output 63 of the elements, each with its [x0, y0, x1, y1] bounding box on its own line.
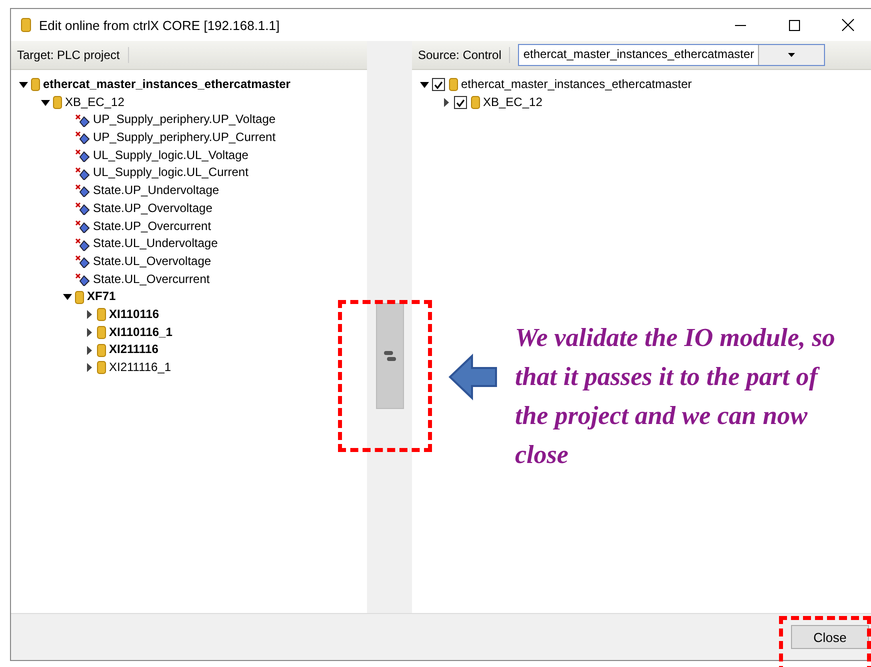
variable-icon — [75, 255, 90, 268]
expand-icon[interactable] — [86, 346, 92, 355]
app-icon — [21, 18, 31, 32]
tree-item[interactable]: UL_Supply_logic.UL_Voltage — [93, 146, 248, 164]
minimize-icon[interactable] — [734, 24, 746, 26]
tree-item[interactable]: State.UL_Undervoltage — [93, 235, 218, 253]
tree-item[interactable]: XI110116_1 — [109, 324, 172, 342]
tree-item[interactable]: XI211116_1 — [109, 359, 172, 377]
tree-item[interactable]: XI110116 — [109, 306, 160, 324]
arrow-icon — [448, 353, 498, 401]
variable-icon — [75, 272, 90, 286]
expand-icon[interactable] — [86, 328, 92, 337]
cylinder-icon — [97, 344, 106, 357]
variable-icon — [75, 114, 90, 127]
cylinder-icon — [471, 96, 480, 110]
close-button[interactable]: Close — [791, 625, 869, 649]
cylinder-icon — [449, 78, 458, 92]
tree-item[interactable]: State.UL_Overvoltage — [93, 252, 212, 271]
tree-item[interactable]: UL_Supply_logic.UL_Current — [93, 164, 248, 182]
tree-item[interactable]: UP_Supply_periphery.UP_Voltage — [93, 111, 276, 130]
tree-item[interactable]: XB_EC_12 — [483, 94, 542, 112]
expand-icon[interactable] — [86, 310, 92, 320]
pane-label: Source: Control — [418, 48, 502, 62]
caret-icon — [788, 53, 796, 57]
cylinder-icon — [31, 78, 40, 92]
expand-icon[interactable] — [444, 98, 448, 108]
maximize-icon[interactable] — [788, 20, 800, 30]
close-icon[interactable] — [842, 19, 854, 31]
tree-item[interactable]: State.UL_Overcurrent — [93, 270, 210, 288]
variable-icon — [75, 202, 90, 216]
collapse-icon[interactable] — [40, 100, 50, 106]
callout-text: We validate the IO module, so that it passes it to the part of the project and we can now close — [515, 322, 836, 471]
tree-item[interactable]: ethercat_master_instances_ethercatmaster — [43, 76, 290, 94]
expand-icon[interactable] — [86, 363, 92, 372]
variable-icon — [75, 220, 90, 233]
cylinder-icon — [97, 326, 106, 339]
cylinder-icon — [75, 290, 84, 304]
variable-icon — [75, 149, 90, 162]
tree-item[interactable]: State.UP_Overvoltage — [93, 200, 212, 218]
tree-item[interactable]: State.UP_Overcurrent — [93, 218, 212, 236]
tree-item[interactable]: XB_EC_12 — [65, 94, 124, 112]
cylinder-icon — [97, 308, 106, 322]
checkbox[interactable] — [454, 96, 467, 110]
transfer-icon — [384, 350, 396, 362]
tree-item[interactable]: XF71 — [87, 288, 116, 306]
collapse-icon[interactable] — [18, 82, 28, 88]
tree-item[interactable]: ethercat_master_instances_ethercatmaster — [461, 76, 692, 94]
variable-icon — [75, 166, 90, 180]
cylinder-icon — [53, 96, 62, 110]
tree-item[interactable]: XI211116 — [109, 341, 158, 360]
tree-item[interactable]: UP_Supply_periphery.UP_Current — [93, 129, 276, 147]
pane-label: Target: PLC project — [17, 48, 120, 62]
source-dropdown[interactable]: ethercat_master_instances_ethercatmaster — [518, 44, 825, 66]
collapse-icon[interactable] — [62, 294, 72, 300]
variable-icon — [75, 184, 90, 198]
collapse-icon[interactable] — [420, 82, 428, 88]
transfer-button[interactable] — [376, 303, 404, 409]
variable-icon — [75, 238, 90, 251]
tree-item[interactable]: State.UP_Undervoltage — [93, 182, 220, 200]
checkbox[interactable] — [432, 78, 445, 92]
variable-icon — [75, 131, 90, 144]
window-title: Edit online from ctrlX CORE [192.168.1.1] — [39, 18, 281, 32]
cylinder-icon — [97, 361, 106, 374]
